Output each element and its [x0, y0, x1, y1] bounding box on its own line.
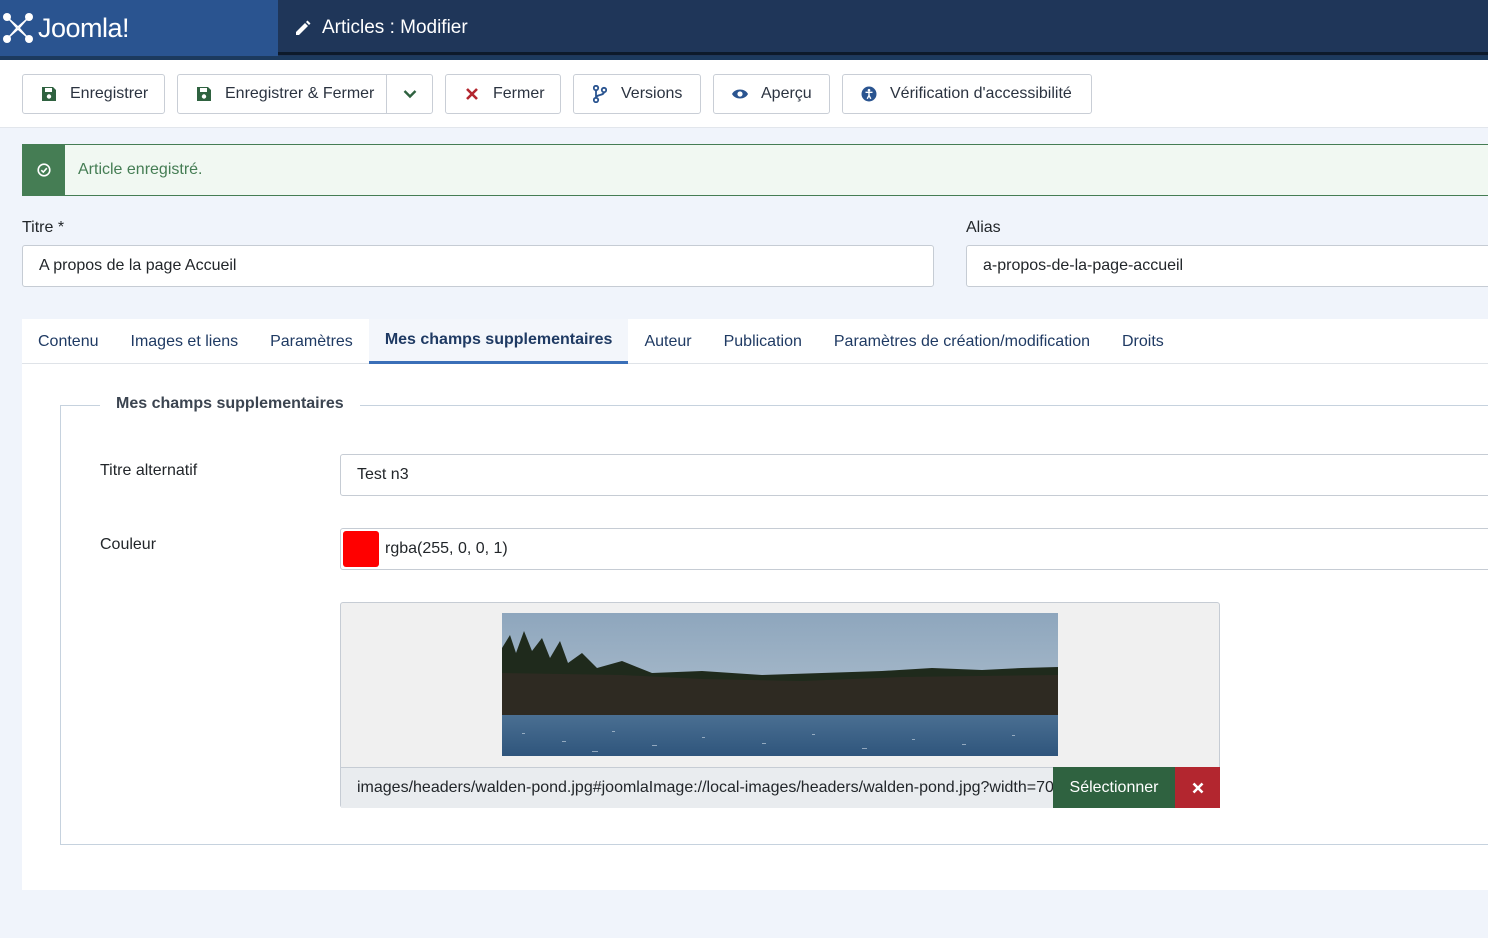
article-tabs: Contenu Images et liens Paramètres Mes c…	[22, 319, 1488, 364]
tab-droits[interactable]: Droits	[1106, 319, 1180, 364]
check-circle-icon	[37, 163, 51, 177]
select-image-label: Sélectionner	[1069, 778, 1159, 796]
fieldset-legend: Mes champs supplementaires	[100, 395, 360, 413]
tab-contenu[interactable]: Contenu	[22, 319, 115, 364]
alt-title-label: Titre alternatif	[100, 462, 198, 479]
color-swatch[interactable]	[343, 531, 379, 567]
close-icon	[463, 85, 481, 103]
alias-label: Alias	[966, 219, 1001, 236]
header: Joomla! Articles : Modifier	[0, 0, 1488, 60]
tab-images-links[interactable]: Images et liens	[115, 319, 255, 364]
eye-icon	[731, 85, 749, 103]
alias-input[interactable]: a-propos-de-la-page-accueil	[966, 245, 1488, 287]
page-title: Articles : Modifier	[322, 17, 468, 38]
chevron-down-icon	[403, 90, 416, 99]
accessibility-icon	[860, 85, 878, 103]
pencil-icon	[296, 20, 311, 35]
preview-button[interactable]: Aperçu	[713, 74, 830, 114]
save-icon	[195, 85, 213, 103]
color-label: Couleur	[100, 536, 157, 553]
save-close-button[interactable]: Enregistrer & Fermer	[178, 75, 386, 113]
alias-value: a-propos-de-la-page-accueil	[983, 257, 1184, 274]
save-close-label: Enregistrer & Fermer	[225, 85, 375, 102]
title-label: Titre *	[22, 219, 65, 236]
save-close-button-group: Enregistrer & Fermer	[177, 74, 433, 114]
versions-label: Versions	[621, 85, 683, 102]
tab-custom-fields[interactable]: Mes champs supplementaires	[368, 319, 629, 364]
alert-message: Article enregistré.	[78, 161, 203, 178]
success-alert: Article enregistré.	[22, 144, 1488, 196]
close-label: Fermer	[493, 85, 545, 102]
clear-image-button[interactable]	[1175, 767, 1220, 808]
preview-label: Aperçu	[761, 85, 812, 102]
image-path-value: images/headers/walden-pond.jpg#joomlaIma…	[357, 779, 1053, 796]
tab-publication[interactable]: Publication	[708, 319, 818, 364]
logo-text: Joomla!	[38, 12, 130, 43]
toolbar: Enregistrer Enregistrer & Fermer Fermer …	[0, 60, 1488, 128]
save-label: Enregistrer	[70, 85, 149, 102]
image-path-input[interactable]: images/headers/walden-pond.jpg#joomlaIma…	[341, 767, 1053, 808]
joomla-logo-icon	[3, 13, 33, 43]
code-branch-icon	[591, 85, 609, 103]
alt-title-value: Test n3	[357, 466, 409, 483]
close-icon	[1192, 782, 1203, 793]
tab-parametres[interactable]: Paramètres	[254, 319, 369, 364]
accessibility-check-button[interactable]: Vérification d'accessibilité	[842, 74, 1092, 114]
select-image-button[interactable]: Sélectionner	[1053, 767, 1175, 808]
page-title-bar: Articles : Modifier	[278, 0, 1488, 56]
accessibility-label: Vérification d'accessibilité	[890, 85, 1072, 102]
joomla-logo[interactable]: Joomla!	[0, 0, 278, 56]
image-preview	[502, 613, 1058, 756]
close-button[interactable]: Fermer	[445, 74, 561, 114]
media-field: images/headers/walden-pond.jpg#joomlaIma…	[340, 602, 1220, 808]
tab-creation-modification[interactable]: Paramètres de création/modification	[818, 319, 1106, 364]
title-value: A propos de la page Accueil	[39, 257, 237, 274]
save-button[interactable]: Enregistrer	[22, 74, 165, 114]
title-input[interactable]: A propos de la page Accueil	[22, 245, 934, 287]
tab-auteur[interactable]: Auteur	[628, 319, 707, 364]
versions-button[interactable]: Versions	[573, 74, 701, 114]
save-icon	[40, 85, 58, 103]
color-value: rgba(255, 0, 0, 1)	[385, 540, 508, 557]
header-divider	[278, 52, 1488, 55]
save-options-dropdown[interactable]	[387, 75, 432, 113]
alt-title-input[interactable]: Test n3	[340, 454, 1488, 496]
color-input[interactable]: rgba(255, 0, 0, 1)	[340, 528, 1488, 570]
alert-icon-box	[23, 145, 65, 195]
